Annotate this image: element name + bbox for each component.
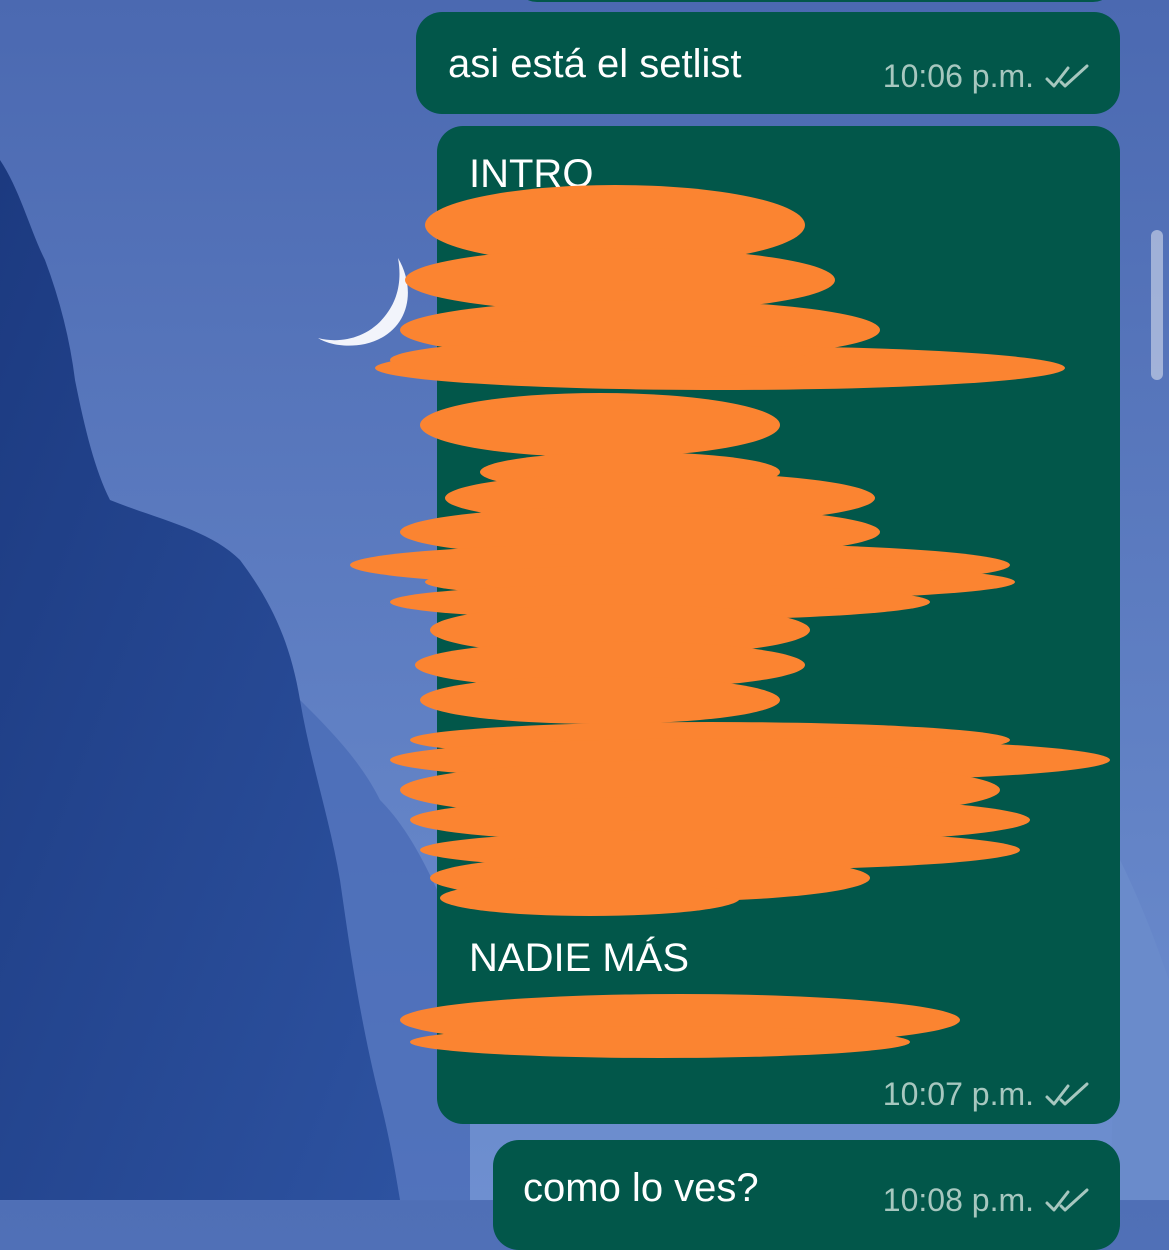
message-bubble-outgoing[interactable]: como lo ves? 10:08 p.m. xyxy=(493,1140,1120,1250)
message-time: 10:08 p.m. xyxy=(882,1182,1034,1218)
double-check-icon xyxy=(1045,1188,1089,1211)
message-text: como lo ves? xyxy=(523,1166,759,1210)
message-meta: 10:08 p.m. xyxy=(883,1182,1090,1219)
redaction-scribble xyxy=(350,185,1110,1058)
